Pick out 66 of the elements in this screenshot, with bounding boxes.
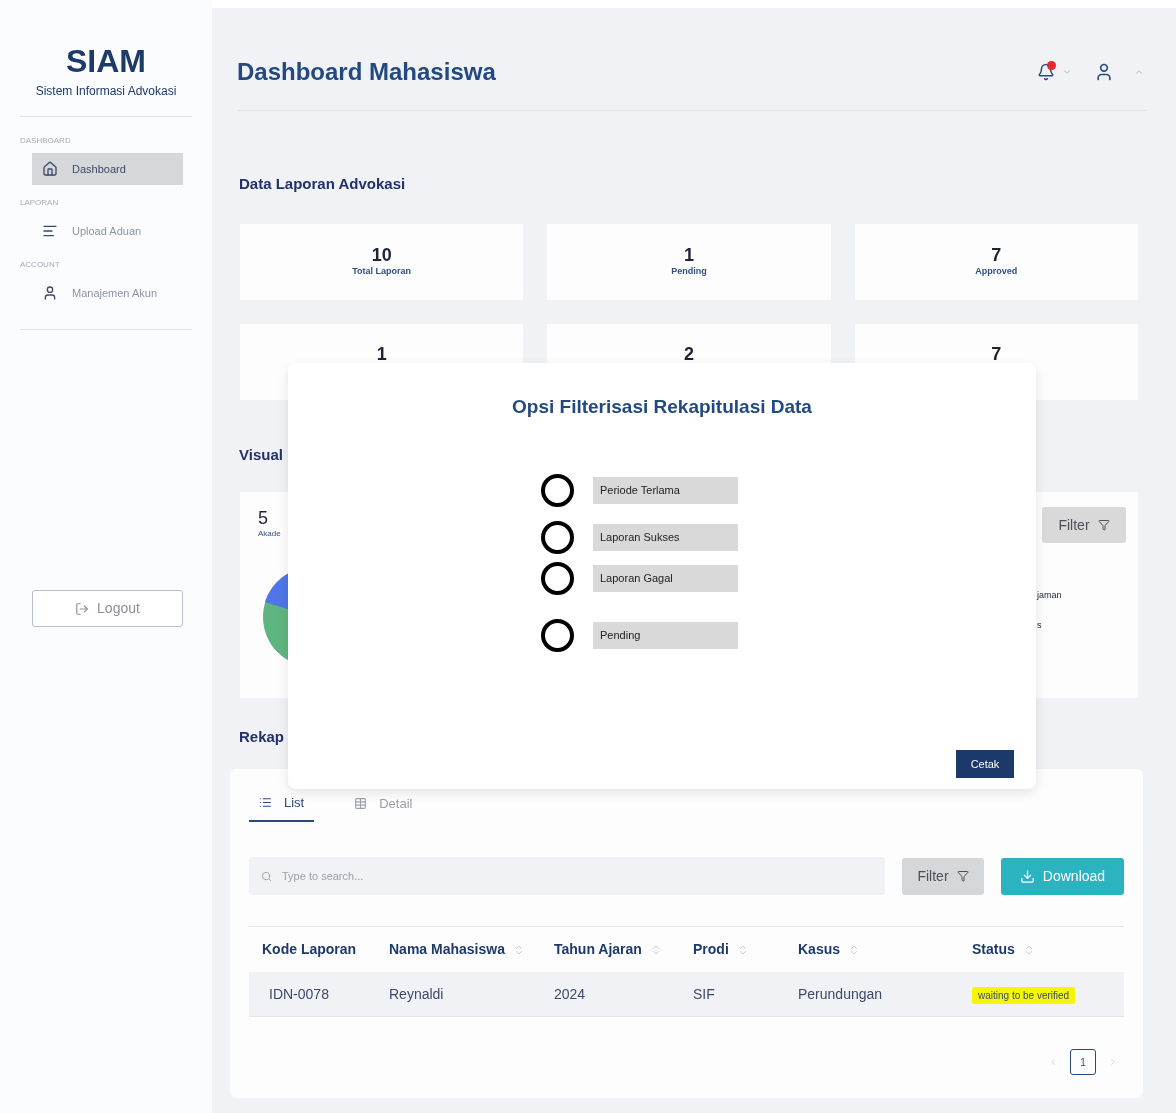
- filter-button[interactable]: Filter: [1042, 507, 1126, 543]
- option-label: Laporan Sukses: [593, 523, 738, 551]
- filter-button[interactable]: Filter: [902, 857, 984, 895]
- chart-label: Akade: [258, 528, 281, 540]
- user-icon: [42, 285, 58, 301]
- print-button[interactable]: Cetak: [956, 750, 1014, 778]
- logo-subtitle: Sistem Informasi Advokasi: [34, 83, 178, 100]
- chart-value: 5: [258, 508, 268, 528]
- table-cell: Perundungan: [798, 986, 883, 1002]
- option-label: Pending: [593, 621, 738, 649]
- view-tab[interactable]: List: [249, 792, 315, 822]
- column-header: Kasus: [798, 940, 841, 959]
- stat-label: Total Laporan: [352, 264, 412, 278]
- logout-icon: [75, 601, 90, 616]
- stat-value: 1: [684, 244, 694, 265]
- legend-label: s: [1037, 618, 1043, 632]
- nav-item[interactable]: Dashboard: [32, 153, 183, 185]
- dialog-title: Opsi Filterisasi Rekapitulasi Data: [511, 395, 813, 419]
- menu-lines-icon: [42, 223, 58, 239]
- table-cell: Reynaldi: [389, 986, 444, 1002]
- section-label: LAPORAN: [20, 197, 60, 209]
- column-header: Tahun Ajaran: [554, 940, 642, 959]
- table-cell: IDN-0078: [269, 986, 329, 1002]
- notification-button[interactable]: [1036, 61, 1056, 83]
- stat-value: 2: [684, 343, 694, 364]
- option-label: Laporan Gagal: [593, 564, 738, 592]
- radio-button[interactable]: [541, 618, 574, 652]
- page-button[interactable]: 1: [1070, 1049, 1096, 1075]
- logo: SIAM: [65, 44, 147, 78]
- section-title: Rekap: [239, 727, 286, 747]
- table-cell: 2024: [554, 986, 586, 1002]
- download-icon: [1019, 868, 1035, 884]
- search-icon: [261, 870, 272, 882]
- page-title: Dashboard Mahasiswa: [237, 57, 496, 87]
- user-icon[interactable]: [1094, 62, 1114, 82]
- list-icon: [259, 795, 272, 809]
- option-label: Periode Terlama: [593, 476, 738, 504]
- filter-icon: [956, 870, 969, 882]
- section-title: Data Laporan Advokasi: [239, 174, 407, 194]
- logout-button[interactable]: Logout: [32, 590, 183, 627]
- section-title: Visual: [239, 444, 284, 465]
- stat-value: 1: [376, 343, 387, 364]
- section-label: DASHBOARD: [20, 135, 72, 147]
- status-badge: waiting to be verified: [972, 987, 1076, 1004]
- radio-button[interactable]: [541, 473, 574, 507]
- table-icon: [354, 796, 368, 810]
- search-field[interactable]: Type to search...: [282, 867, 873, 885]
- filter-icon: [1097, 519, 1110, 531]
- nav-item[interactable]: Manajemen Akun: [32, 277, 183, 309]
- column-header: Prodi: [693, 940, 729, 959]
- stat-label: Approved: [975, 264, 1018, 278]
- section-label: ACCOUNT: [20, 259, 61, 271]
- column-header: Nama Mahasiswa: [389, 940, 505, 959]
- table-cell: SIF: [693, 986, 715, 1002]
- home-icon: [42, 161, 58, 177]
- column-header: Kode Laporan: [262, 940, 357, 959]
- stat-value: 10: [371, 244, 392, 265]
- radio-button[interactable]: [541, 561, 574, 595]
- radio-button[interactable]: [541, 520, 574, 554]
- nav-item[interactable]: Upload Aduan: [32, 215, 183, 247]
- stat-value: 7: [991, 244, 1002, 265]
- column-header: Status: [972, 940, 1015, 959]
- search-bar[interactable]: Type to search...: [249, 857, 885, 895]
- stat-value: 7: [991, 343, 1002, 364]
- stat-label: Pending: [671, 264, 707, 278]
- legend-label: jaman: [1037, 589, 1062, 602]
